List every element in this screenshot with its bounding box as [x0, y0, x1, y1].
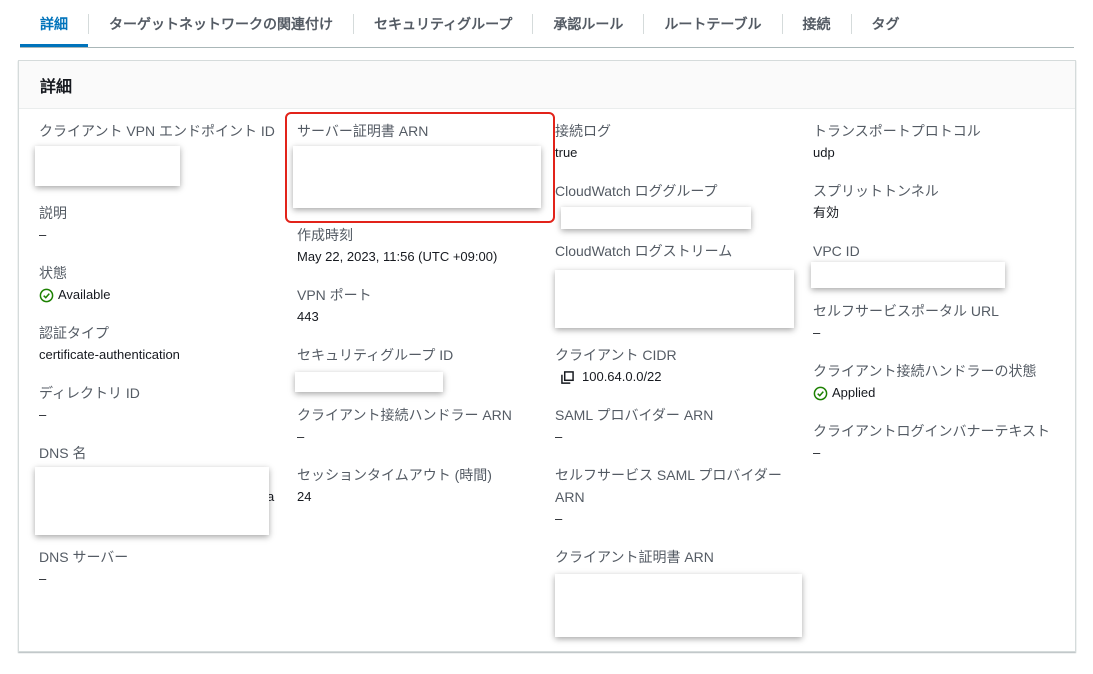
details-panel: 詳細 クライアント VPN エンドポイント ID 説明 – 状態 Availab…	[18, 60, 1076, 652]
tab-authorization-rules[interactable]: 承認ルール	[532, 13, 643, 34]
field-vpc-id: VPC ID	[813, 241, 860, 261]
tab-route-table[interactable]: ルートテーブル	[643, 13, 781, 34]
sg-id-label: セキュリティグループ ID	[297, 347, 454, 363]
self-saml-label-1: セルフサービス SAML プロバイダー	[555, 467, 782, 483]
created-label: 作成時刻	[297, 227, 353, 243]
description-label: 説明	[39, 205, 67, 221]
copy-icon[interactable]	[561, 370, 574, 384]
field-cw-log-group: CloudWatch ロググループ	[555, 181, 718, 201]
auth-type-value: certificate-authentication	[39, 347, 180, 362]
handler-arn-value: –	[297, 429, 305, 444]
description-value: –	[39, 227, 47, 242]
field-portal-url: セルフサービスポータル URL –	[813, 301, 999, 343]
saml-value: –	[555, 429, 563, 444]
field-client-cidr: クライアント CIDR 100.64.0.0/22	[555, 345, 677, 387]
cw-group-label: CloudWatch ロググループ	[555, 183, 718, 199]
auth-type-label: 認証タイプ	[39, 325, 109, 341]
transport-value: udp	[813, 145, 835, 160]
field-state: 状態 Available	[39, 263, 111, 305]
active-tab-indicator	[20, 44, 88, 47]
portal-url-label: セルフサービスポータル URL	[813, 303, 999, 319]
split-value: 有効	[813, 205, 840, 220]
conn-log-value: true	[555, 145, 578, 160]
handler-state-value: Applied	[832, 385, 876, 400]
redacted-cw-log-stream	[555, 270, 794, 328]
session-timeout-value: 24	[297, 489, 312, 504]
handler-arn-label: クライアント接続ハンドラー ARN	[297, 407, 512, 423]
tab-connections[interactable]: 接続	[781, 13, 851, 34]
field-self-service-saml: セルフサービス SAML プロバイダー ARN –	[555, 465, 782, 529]
check-circle-icon	[39, 288, 54, 302]
transport-label: トランスポートプロトコル	[813, 123, 981, 139]
dns-name-label: DNS 名	[39, 445, 87, 461]
tab-tags[interactable]: タグ	[850, 13, 920, 34]
client-cidr-label: クライアント CIDR	[555, 347, 677, 363]
tab-security-groups[interactable]: セキュリティグループ	[353, 13, 532, 34]
client-cidr-row: 100.64.0.0/22	[555, 367, 677, 387]
banner-label: クライアントログインバナーテキスト	[813, 423, 1051, 439]
directory-id-label: ディレクトリ ID	[39, 385, 140, 401]
vpc-id-label: VPC ID	[813, 243, 860, 259]
state-label: 状態	[39, 265, 67, 281]
panel-header: 詳細	[19, 61, 1075, 109]
field-handler-arn: クライアント接続ハンドラー ARN –	[297, 405, 512, 447]
field-dns-name: DNS 名	[39, 443, 86, 463]
tab-details[interactable]: 詳細	[20, 14, 88, 34]
field-banner-text: クライアントログインバナーテキスト –	[813, 421, 1050, 463]
cw-stream-label: CloudWatch ログストリーム	[555, 243, 733, 259]
field-connection-log: 接続ログ true	[555, 121, 611, 163]
field-cw-log-stream: CloudWatch ログストリーム	[555, 241, 732, 261]
portal-url-value: –	[813, 325, 821, 340]
split-label: スプリットトンネル	[813, 183, 939, 199]
redacted-cw-log-group	[561, 207, 751, 229]
field-auth-type: 認証タイプ certificate-authentication	[39, 323, 180, 365]
conn-log-label: 接続ログ	[555, 123, 611, 139]
field-endpoint-id: クライアント VPN エンドポイント ID	[39, 121, 275, 141]
field-handler-state: クライアント接続ハンドラーの状態 Applied	[813, 361, 1036, 403]
redacted-client-cert-arn	[555, 574, 802, 637]
field-transport: トランスポートプロトコル udp	[813, 121, 981, 163]
self-saml-value: –	[555, 511, 563, 526]
redacted-dns-name	[35, 467, 269, 535]
tab-bar: 詳細 ターゲットネットワークの関連付け セキュリティグループ 承認ルール ルート…	[20, 0, 1074, 48]
field-vpn-port: VPN ポート 443	[297, 285, 372, 327]
field-split-tunnel: スプリットトンネル 有効	[813, 181, 939, 223]
created-value: May 22, 2023, 11:56 (UTC +09:00)	[297, 249, 498, 264]
endpoint-id-label: クライアント VPN エンドポイント ID	[39, 123, 275, 139]
handler-state-status: Applied	[813, 383, 1036, 403]
dns-server-label: DNS サーバー	[39, 549, 129, 565]
redacted-security-group-id	[295, 372, 443, 392]
banner-value: –	[813, 445, 821, 460]
dns-server-value: –	[39, 571, 47, 586]
field-created: 作成時刻 May 22, 2023, 11:56 (UTC +09:00)	[297, 225, 497, 267]
vpn-port-label: VPN ポート	[297, 287, 372, 303]
field-saml-provider: SAML プロバイダー ARN –	[555, 405, 713, 447]
self-saml-label-2: ARN	[555, 489, 585, 505]
field-session-timeout: セッションタイムアウト (時間) 24	[297, 465, 492, 507]
client-cidr-value: 100.64.0.0/22	[582, 369, 662, 384]
field-client-cert-arn: クライアント証明書 ARN	[555, 547, 714, 567]
redacted-vpc-id	[811, 262, 1005, 288]
handler-state-label: クライアント接続ハンドラーの状態	[813, 363, 1037, 379]
field-dns-server: DNS サーバー –	[39, 547, 128, 589]
saml-label: SAML プロバイダー ARN	[555, 407, 714, 423]
field-description: 説明 –	[39, 203, 67, 245]
state-value: Available	[58, 287, 111, 302]
directory-id-value: –	[39, 407, 47, 422]
server-cert-highlight	[285, 112, 555, 223]
check-circle-icon	[813, 386, 828, 400]
redacted-endpoint-id	[35, 146, 180, 186]
state-status: Available	[39, 285, 111, 305]
tab-target-network-associations[interactable]: ターゲットネットワークの関連付け	[88, 13, 353, 34]
field-security-group-id: セキュリティグループ ID	[297, 345, 453, 365]
panel-title: 詳細	[40, 78, 73, 96]
client-cert-label: クライアント証明書 ARN	[555, 549, 714, 565]
vpn-port-value: 443	[297, 309, 319, 324]
session-timeout-label: セッションタイムアウト (時間)	[297, 467, 492, 483]
field-directory-id: ディレクトリ ID –	[39, 383, 140, 425]
